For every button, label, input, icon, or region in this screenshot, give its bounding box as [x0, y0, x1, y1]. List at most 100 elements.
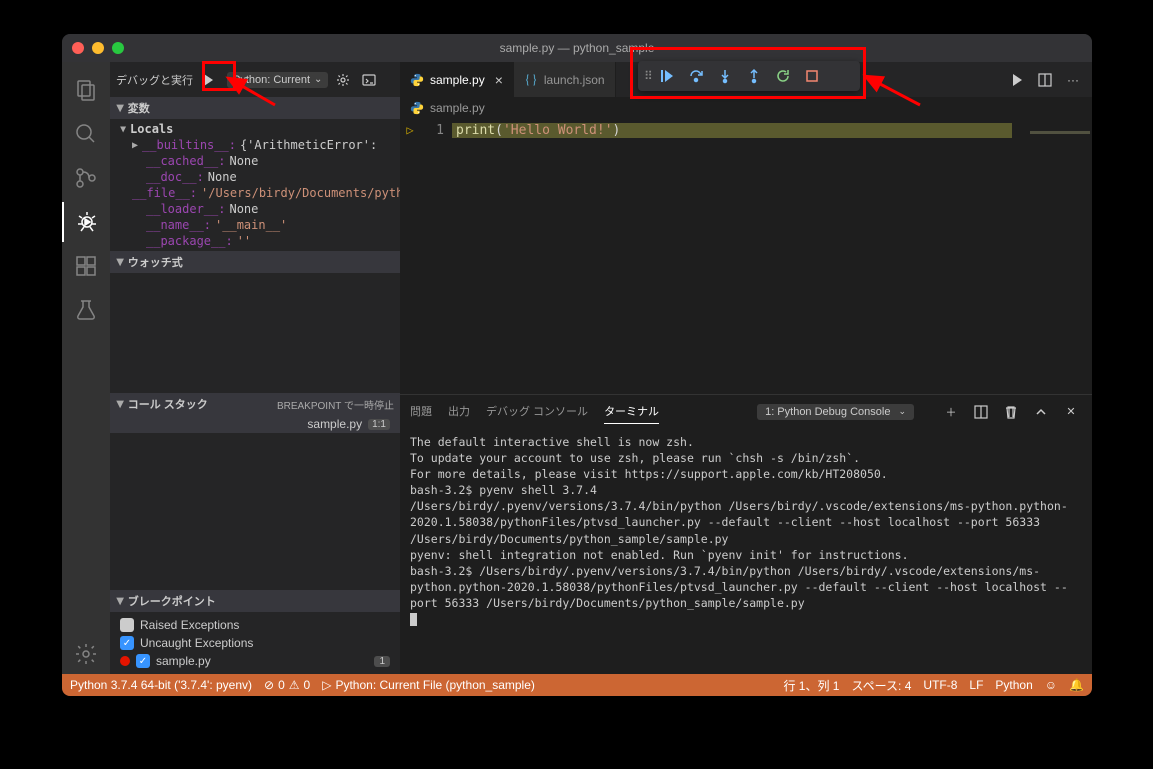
- variable-row[interactable]: __doc__: None: [110, 169, 400, 185]
- titlebar: sample.py — python_sample: [62, 34, 1092, 62]
- restart-button[interactable]: [770, 63, 796, 89]
- variable-name: __name__:: [146, 218, 211, 232]
- warning-icon: ⚠: [289, 678, 300, 692]
- status-interpreter[interactable]: Python 3.7.4 64-bit ('3.7.4': pyenv): [70, 678, 252, 692]
- variable-value: '__main__': [215, 218, 287, 232]
- minimap[interactable]: [1022, 119, 1092, 394]
- continue-button[interactable]: [654, 63, 680, 89]
- locals-scope[interactable]: ▶ Locals: [110, 121, 400, 137]
- panel-tab[interactable]: 出力: [448, 399, 470, 424]
- step-into-button[interactable]: [712, 63, 738, 89]
- chevron-down-icon: ▶: [114, 104, 125, 112]
- variable-name: __package__:: [146, 234, 233, 248]
- watch-section-header[interactable]: ▶ ウォッチ式: [110, 251, 400, 273]
- terminal-cursor: [410, 613, 417, 626]
- variables-section-header[interactable]: ▶ 変数: [110, 97, 400, 119]
- debug-config-label: Python: Current: [233, 74, 310, 86]
- variable-row[interactable]: __cached__: None: [110, 153, 400, 169]
- json-file-icon: [524, 73, 538, 87]
- maximize-panel-button[interactable]: [1030, 401, 1052, 423]
- variable-name: __doc__:: [146, 170, 204, 184]
- test-icon[interactable]: [62, 290, 110, 330]
- status-eol[interactable]: LF: [969, 678, 983, 692]
- variable-row[interactable]: __package__: '': [110, 233, 400, 249]
- callstack-frame[interactable]: sample.py1:1: [110, 415, 400, 433]
- panel-tab[interactable]: 問題: [410, 399, 432, 424]
- tab-label: sample.py: [430, 73, 485, 87]
- code-editor[interactable]: ▷ 1 print('Hello World!'): [400, 119, 1092, 394]
- status-problems[interactable]: ⊘0 ⚠0: [264, 678, 310, 692]
- split-editor-button[interactable]: [1034, 69, 1056, 91]
- start-debug-button[interactable]: [197, 69, 219, 91]
- checkbox[interactable]: ✓: [136, 654, 150, 668]
- status-encoding[interactable]: UTF-8: [923, 678, 957, 692]
- variable-value: None: [208, 170, 237, 184]
- drag-handle-icon[interactable]: ⠿: [644, 69, 651, 83]
- terminal-output[interactable]: The default interactive shell is now zsh…: [400, 428, 1092, 674]
- breakpoint-row[interactable]: Raised Exceptions: [116, 616, 394, 634]
- debug-settings-button[interactable]: [332, 69, 354, 91]
- breadcrumb[interactable]: sample.py: [400, 97, 1092, 119]
- panel-tab[interactable]: ターミナル: [604, 399, 659, 424]
- breakpoint-row[interactable]: ✓sample.py1: [116, 652, 394, 670]
- terminal-select[interactable]: 1: Python Debug Console ⌄: [757, 404, 914, 420]
- callstack-label: コール スタック: [128, 396, 208, 412]
- variable-row[interactable]: __loader__: None: [110, 201, 400, 217]
- callstack-status: BREAKPOINT で一時停止: [277, 397, 394, 412]
- gear-icon[interactable]: [62, 634, 110, 674]
- explorer-icon[interactable]: [62, 70, 110, 110]
- close-tab-button[interactable]: ×: [495, 72, 503, 88]
- status-language[interactable]: Python: [995, 678, 1032, 692]
- python-file-icon: [410, 73, 424, 87]
- step-over-button[interactable]: [683, 63, 709, 89]
- status-feedback-icon[interactable]: ☺: [1045, 678, 1057, 692]
- window-zoom-icon[interactable]: [112, 42, 124, 54]
- chevron-down-icon: ⌄: [314, 74, 322, 85]
- extensions-icon[interactable]: [62, 246, 110, 286]
- debug-config-select[interactable]: Python: Current ⌄: [227, 72, 328, 88]
- breakpoint-row[interactable]: ✓Uncaught Exceptions: [116, 634, 394, 652]
- scm-icon[interactable]: [62, 158, 110, 198]
- chevron-down-icon: ⌄: [898, 406, 906, 417]
- status-cursor-pos[interactable]: 行 1、列 1: [783, 677, 839, 694]
- more-actions-button[interactable]: ···: [1062, 69, 1084, 91]
- variable-row[interactable]: ▶__builtins__: {'ArithmeticError':: [110, 137, 400, 153]
- python-file-icon: [410, 101, 424, 115]
- variable-row[interactable]: __file__: '/Users/birdy/Documents/pyth…: [110, 185, 400, 201]
- window-title: sample.py — python_sample: [62, 41, 1092, 55]
- line-number: 1: [420, 123, 444, 138]
- debug-icon[interactable]: [62, 202, 110, 242]
- panel-tab[interactable]: デバッグ コンソール: [486, 399, 588, 424]
- status-bell-icon[interactable]: 🔔: [1069, 678, 1084, 692]
- close-panel-button[interactable]: ✕: [1060, 401, 1082, 423]
- variable-name: __builtins__:: [142, 138, 236, 152]
- status-indentation[interactable]: スペース: 4: [852, 677, 912, 694]
- window-close-icon[interactable]: [72, 42, 84, 54]
- search-icon[interactable]: [62, 114, 110, 154]
- chevron-down-icon: ▶: [118, 126, 129, 132]
- breakpoint-label: Raised Exceptions: [140, 618, 239, 632]
- breadcrumb-file: sample.py: [430, 101, 485, 115]
- variable-value: None: [229, 154, 258, 168]
- run-button[interactable]: [1006, 69, 1028, 91]
- breakpoints-section-header[interactable]: ▶ ブレークポイント: [110, 590, 400, 612]
- checkbox[interactable]: ✓: [120, 636, 134, 650]
- editor-tab[interactable]: launch.json: [514, 62, 616, 97]
- breakpoint-label: sample.py: [156, 654, 211, 668]
- sidebar-title: デバッグと実行: [116, 72, 193, 88]
- debug-console-toggle-button[interactable]: [358, 69, 380, 91]
- editor-tab[interactable]: sample.py ×: [400, 62, 514, 97]
- variable-row[interactable]: __name__: '__main__': [110, 217, 400, 233]
- window-minimize-icon[interactable]: [92, 42, 104, 54]
- step-out-button[interactable]: [741, 63, 767, 89]
- breakpoint-dot-icon: [120, 656, 130, 666]
- new-terminal-button[interactable]: ＋: [940, 401, 962, 423]
- checkbox[interactable]: [120, 618, 134, 632]
- debug-toolbar[interactable]: ⠿: [638, 61, 860, 91]
- status-debug-target[interactable]: ▷ Python: Current File (python_sample): [322, 678, 535, 692]
- variable-value: {'ArithmeticError':: [240, 138, 377, 152]
- kill-terminal-button[interactable]: [1000, 401, 1022, 423]
- split-terminal-button[interactable]: [970, 401, 992, 423]
- stop-button[interactable]: [799, 63, 825, 89]
- callstack-section-header[interactable]: ▶ コール スタック BREAKPOINT で一時停止: [110, 393, 400, 415]
